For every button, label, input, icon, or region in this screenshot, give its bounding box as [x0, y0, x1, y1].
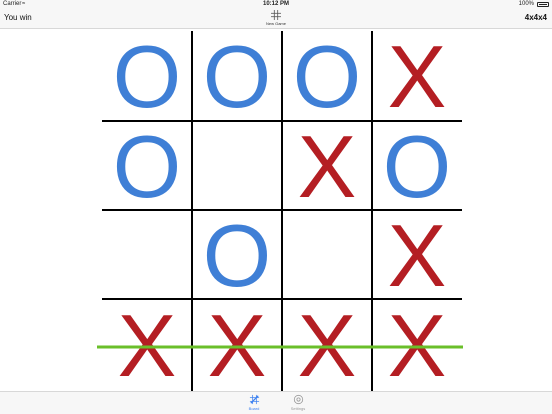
board-cell-r2-c0[interactable] [102, 211, 192, 300]
board-cell-r0-c1[interactable]: O [192, 32, 282, 122]
grid-icon [271, 10, 281, 20]
board-cell-r3-c2[interactable]: X [282, 300, 372, 392]
tab-settings-label: Settings [290, 406, 306, 411]
board-cell-r3-c3[interactable]: X [372, 300, 462, 392]
status-bar: Carrier ≈ 10:12 PM 100% [0, 0, 552, 9]
tab-board[interactable]: Board [239, 394, 269, 413]
navigation-bar: You win New Game 4x4x4 [0, 9, 552, 29]
new-game-label: New Game [265, 21, 286, 26]
tab-bar: Board Settings [0, 391, 552, 414]
tab-board-label: Board [248, 406, 260, 411]
board-cell-r0-c2[interactable]: O [282, 32, 372, 122]
game-status: You win [4, 13, 32, 22]
board-size-button[interactable]: 4x4x4 [525, 13, 547, 22]
clock: 10:12 PM [262, 1, 289, 7]
board-cell-r3-c0[interactable]: X [102, 300, 192, 392]
battery-percentage: 100% [518, 1, 534, 7]
board-cell-r1-c2[interactable]: X [282, 122, 372, 211]
board-cell-r1-c1[interactable] [192, 122, 282, 211]
new-game-button[interactable]: New Game [256, 10, 296, 28]
board-cell-r3-c1[interactable]: X [192, 300, 282, 392]
pencil-board-icon [249, 394, 259, 405]
gear-icon [293, 394, 303, 405]
board-cell-r2-c3[interactable]: X [372, 211, 462, 300]
board-cell-r0-c0[interactable]: O [102, 32, 192, 122]
game-board[interactable]: OOOXOXOOXXXXX [0, 29, 552, 392]
battery-icon [537, 2, 549, 7]
board-cell-r2-c2[interactable] [282, 211, 372, 300]
board-cell-r0-c3[interactable]: X [372, 32, 462, 122]
tab-settings[interactable]: Settings [283, 394, 313, 413]
board-cell-r1-c0[interactable]: O [102, 122, 192, 211]
board-cell-r1-c3[interactable]: O [372, 122, 462, 211]
board-cell-r2-c1[interactable]: O [192, 211, 282, 300]
